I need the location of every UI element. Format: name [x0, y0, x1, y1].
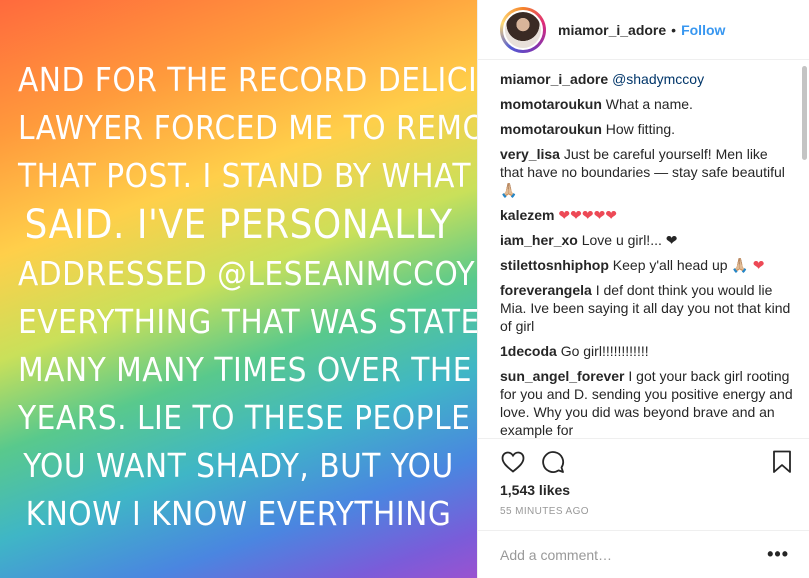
story-line: EVERYTHING THAT WAS STATED [18, 302, 477, 341]
likes-count[interactable]: 1,543 likes [500, 482, 570, 498]
heart-emoji: ❤❤❤❤❤ [558, 207, 618, 223]
comment: momotaroukun How fitting. [500, 120, 793, 138]
comment-text: How fitting. [605, 121, 676, 137]
comment-text: Go girl!!!!!!!!!!!! [560, 343, 649, 359]
comment-username[interactable]: very_lisa [500, 146, 560, 162]
comment-username[interactable]: momotaroukun [500, 96, 602, 112]
comment-username[interactable]: miamor_i_adore [500, 71, 608, 87]
comment-username[interactable]: 1decoda [500, 343, 557, 359]
comment: miamor_i_adore @shadymccoy [500, 70, 793, 88]
comment-username[interactable]: kalezem [500, 207, 554, 223]
post-side-panel: miamor_i_adore • Follow miamor_i_adore @… [477, 0, 809, 578]
story-line: YEARS. LIE TO THESE PEOPLE IF [18, 398, 477, 437]
comment: iam_her_xo Love u girl!... ❤ [500, 231, 793, 249]
heart-emoji: ❤ [752, 257, 765, 273]
comment-mention[interactable]: @shadymccoy [612, 71, 704, 87]
header-separator: • [671, 21, 677, 38]
avatar[interactable] [500, 6, 546, 53]
comment: 1decoda Go girl!!!!!!!!!!!! [500, 342, 793, 360]
comment-text: What a name. [605, 96, 693, 112]
bookmark-icon[interactable] [769, 449, 795, 475]
story-line: ADDRESSED @LESEANMCCOY ON [18, 254, 477, 293]
comment-username[interactable]: sun_angel_forever [500, 368, 625, 384]
story-line: YOU WANT SHADY, BUT YOU [23, 446, 454, 485]
post-timestamp[interactable]: 55 MINUTES AGO [500, 506, 589, 517]
comment-username[interactable]: stilettosnhiphop [500, 257, 609, 273]
comment: very_lisa Just be careful yourself! Men … [500, 145, 793, 199]
story-line: LAWYER FORCED ME TO REMOVE [18, 108, 477, 147]
comment-list[interactable]: miamor_i_adore @shadymccoy momotaroukun … [478, 60, 809, 438]
speech-bubble-icon[interactable] [540, 449, 566, 475]
ellipsis-icon[interactable]: ••• [767, 544, 789, 565]
comment: momotaroukun What a name. [500, 95, 793, 113]
header-username[interactable]: miamor_i_adore [558, 22, 666, 38]
action-bar [478, 438, 809, 484]
comment-scrollbar[interactable] [802, 66, 807, 160]
story-line: KNOW I KNOW EVERYTHING [25, 494, 452, 533]
comment-text: Keep y'all head up 🙏🏼 [612, 257, 749, 273]
avatar-image [503, 9, 543, 50]
comment-username[interactable]: foreverangela [500, 282, 592, 298]
heart-outline-icon[interactable] [500, 449, 526, 475]
add-comment-bar: ••• [478, 530, 809, 578]
comment: kalezem ❤❤❤❤❤ [500, 206, 793, 224]
story-line: MANY MANY TIMES OVER THE [18, 350, 473, 389]
comment-username[interactable]: iam_her_xo [500, 232, 578, 248]
comment-text: Love u girl!... ❤ [581, 232, 678, 248]
instagram-post: AND FOR THE RECORD DELICIA'S LAWYER FORC… [0, 0, 809, 578]
comment: sun_angel_forever I got your back girl r… [500, 367, 793, 438]
post-header: miamor_i_adore • Follow [478, 0, 809, 60]
follow-button[interactable]: Follow [681, 22, 725, 38]
story-line: SAID. I'VE PERSONALLY [24, 202, 453, 248]
comment-username[interactable]: momotaroukun [500, 121, 602, 137]
comment: foreverangela I def dont think you would… [500, 281, 793, 335]
story-image: AND FOR THE RECORD DELICIA'S LAWYER FORC… [0, 0, 477, 578]
story-text: AND FOR THE RECORD DELICIA'S LAWYER FORC… [0, 56, 477, 538]
story-line: AND FOR THE RECORD DELICIA'S [18, 60, 477, 99]
comment: stilettosnhiphop Keep y'all head up 🙏🏼 ❤ [500, 256, 793, 274]
story-line: THAT POST. I STAND BY WHAT I [18, 156, 477, 195]
comment-input[interactable] [500, 546, 768, 563]
